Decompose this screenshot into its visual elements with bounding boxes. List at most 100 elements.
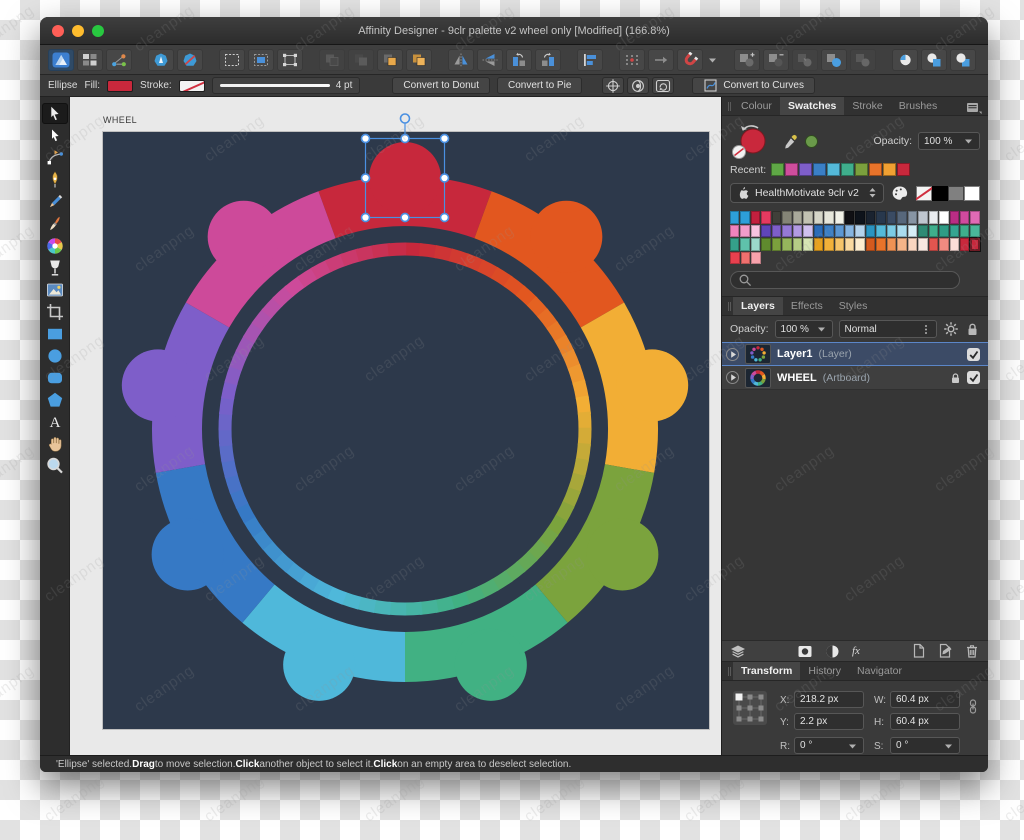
palette-swatch[interactable]	[834, 224, 844, 237]
palette-swatch[interactable]	[750, 238, 761, 251]
panel-drag-grip[interactable]	[726, 662, 733, 680]
delete-icon[interactable]	[964, 643, 980, 659]
selection-handle[interactable]	[360, 133, 371, 144]
palette-swatch[interactable]	[886, 224, 897, 237]
palette-swatch[interactable]	[730, 238, 740, 251]
palette-swatch[interactable]	[928, 238, 939, 251]
swatch-search-input[interactable]	[730, 271, 960, 289]
h-input[interactable]	[890, 713, 960, 730]
marquee-select-button[interactable]	[219, 48, 245, 71]
palette-swatch[interactable]	[730, 251, 740, 264]
insert-behind-button[interactable]	[892, 48, 918, 71]
palette-swatch[interactable]	[730, 224, 740, 237]
palette-swatch[interactable]	[949, 211, 959, 224]
artboard-label[interactable]: WHEEL	[103, 115, 137, 125]
fill-gradient-tool[interactable]	[42, 235, 68, 256]
convert-to-pie-button[interactable]: Convert to Pie	[497, 77, 583, 94]
palette-swatch[interactable]	[970, 211, 980, 224]
show-handles-button[interactable]	[627, 77, 650, 94]
palette-swatch[interactable]	[771, 211, 782, 224]
layers-tab-effects[interactable]: Effects	[783, 297, 831, 315]
layer-row-wheel-artboard[interactable]: WHEEL (Artboard)	[722, 366, 988, 390]
palette-swatch[interactable]	[792, 224, 803, 237]
move-tool[interactable]	[41, 103, 68, 124]
gear-icon[interactable]	[943, 321, 959, 337]
recent-swatch[interactable]	[869, 163, 883, 176]
pixel-persona-button[interactable]	[177, 48, 203, 71]
selection-handle[interactable]	[400, 212, 410, 223]
recent-swatch[interactable]	[897, 163, 911, 176]
y-input[interactable]	[794, 713, 864, 730]
ellipse-tool[interactable]	[42, 345, 68, 366]
locked-icon[interactable]	[949, 372, 962, 384]
palette-swatch[interactable]	[761, 211, 771, 224]
palette-swatch[interactable]	[939, 224, 949, 237]
flip-vertical-button[interactable]	[477, 48, 503, 71]
transform-tab-navigator[interactable]: Navigator	[849, 662, 910, 680]
palette-icon[interactable]	[891, 185, 909, 201]
palette-swatch[interactable]	[740, 211, 750, 224]
palette-swatch[interactable]	[949, 224, 959, 237]
swatches-tab-stroke[interactable]: Stroke	[844, 97, 890, 115]
shear-select[interactable]: 0 °	[890, 737, 960, 754]
layer1-visibility-checkbox[interactable]	[967, 347, 980, 361]
adjustment-icon[interactable]	[825, 644, 840, 659]
w-input[interactable]	[890, 691, 960, 708]
bool-divide-button[interactable]	[850, 48, 876, 71]
palette-swatch[interactable]	[897, 211, 907, 224]
x-input[interactable]	[794, 691, 864, 708]
rotation-select[interactable]: 0 °	[794, 737, 864, 754]
palette-swatch[interactable]	[771, 238, 782, 251]
expand-caret-icon[interactable]	[726, 371, 739, 384]
opacity-select[interactable]: 100 %	[918, 132, 980, 150]
palette-swatch[interactable]	[959, 224, 970, 237]
palette-swatch[interactable]	[782, 224, 792, 237]
palette-swatch[interactable]	[897, 224, 907, 237]
panel-drag-grip[interactable]	[726, 97, 733, 115]
palette-swatch[interactable]	[730, 211, 740, 224]
palette-swatch[interactable]	[750, 224, 761, 237]
selection-handle[interactable]	[439, 173, 450, 183]
palette-swatch[interactable]	[949, 238, 959, 251]
palette-swatch[interactable]	[771, 224, 782, 237]
rotate-cw-button[interactable]	[535, 48, 561, 71]
wheel-visibility-checkbox[interactable]	[967, 371, 980, 384]
pen-tool[interactable]	[42, 169, 68, 190]
artboard[interactable]	[103, 113, 709, 729]
convert-to-donut-button[interactable]: Convert to Donut	[392, 77, 491, 94]
palette-swatch[interactable]	[907, 238, 918, 251]
vector-crop-tool[interactable]	[42, 301, 68, 322]
palette-swatch[interactable]	[761, 238, 771, 251]
palette-swatch[interactable]	[782, 238, 792, 251]
node-tool[interactable]	[42, 125, 68, 146]
layers-tab-layers[interactable]: Layers	[733, 297, 783, 315]
selection-handle[interactable]	[439, 133, 450, 144]
palette-swatch[interactable]	[918, 238, 928, 251]
palette-swatch[interactable]	[740, 251, 751, 264]
new-layer-icon[interactable]	[911, 643, 927, 659]
palette-swatch[interactable]	[761, 224, 771, 237]
insert-top-button[interactable]	[921, 48, 947, 71]
palette-swatch[interactable]	[970, 224, 980, 237]
order-back-button[interactable]	[319, 48, 345, 71]
constraints-button[interactable]	[106, 48, 132, 71]
palette-swatch[interactable]	[939, 238, 949, 251]
vector-brush-tool[interactable]	[42, 213, 68, 234]
snap-grid-button[interactable]	[619, 48, 645, 71]
marquee-fill-button[interactable]	[248, 48, 274, 71]
swatches-tab-colour[interactable]: Colour	[733, 97, 780, 115]
bool-intersect-button[interactable]	[792, 48, 818, 71]
palette-swatch[interactable]	[803, 211, 813, 224]
palette-swatch[interactable]	[907, 224, 918, 237]
anchor-target-button[interactable]	[602, 77, 625, 94]
quick-swatch[interactable]	[964, 185, 980, 201]
palette-swatch[interactable]	[959, 211, 970, 224]
stroke-width-slider[interactable]	[219, 84, 330, 87]
affinity-logo-button[interactable]	[48, 48, 74, 71]
palette-swatch[interactable]	[803, 224, 813, 237]
palette-swatch[interactable]	[824, 211, 834, 224]
convert-to-curves-button[interactable]: Convert to Curves	[692, 77, 815, 94]
order-front-button[interactable]	[406, 48, 432, 71]
palette-swatch-selected[interactable]	[970, 238, 980, 251]
fill-color-swatch[interactable]	[107, 79, 134, 92]
